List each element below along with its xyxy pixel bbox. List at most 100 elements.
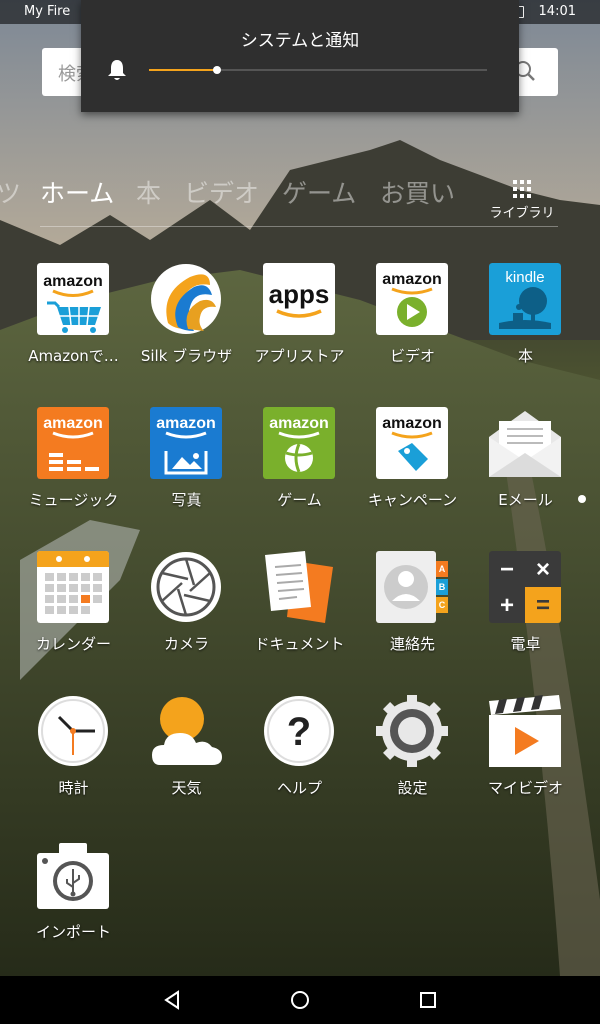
- recents-icon[interactable]: [416, 988, 440, 1012]
- app-label: 天気: [171, 779, 202, 797]
- app-campaign[interactable]: amazon キャンペーン: [356, 407, 469, 527]
- app-label: ゲーム: [277, 491, 322, 509]
- app-email[interactable]: Eメール: [469, 407, 582, 527]
- nav-divider: [40, 226, 558, 227]
- app-label: ヘルプ: [276, 779, 322, 797]
- app-import[interactable]: インポート: [17, 839, 130, 959]
- silk-browser-icon: [150, 263, 222, 335]
- app-label: カレンダー: [35, 635, 111, 653]
- app-calendar[interactable]: カレンダー: [17, 551, 130, 671]
- contacts-tab-b: B: [439, 582, 446, 592]
- apps-wordmark: apps: [269, 279, 330, 309]
- help-icon: ?: [263, 695, 335, 767]
- amazon-wordmark: amazon: [156, 415, 216, 432]
- email-icon: [489, 407, 561, 479]
- clock-icon: [37, 695, 109, 767]
- app-label: ビデオ: [389, 347, 435, 365]
- app-label: 本: [517, 347, 533, 365]
- app-weather[interactable]: 天気: [130, 695, 243, 815]
- library-button[interactable]: ライブラリ: [484, 180, 560, 221]
- amazon-wordmark: amazon: [382, 415, 442, 432]
- amazon-campaign-icon: amazon: [376, 407, 448, 479]
- appstore-icon: apps: [263, 263, 335, 335]
- calc-key-multiply: ×: [536, 556, 550, 583]
- amazon-wordmark: amazon: [43, 415, 103, 432]
- app-label: マイビデオ: [487, 779, 563, 797]
- volume-popup: システムと通知: [81, 0, 519, 112]
- amazon-wordmark: amazon: [382, 271, 442, 288]
- app-label: 設定: [397, 779, 428, 797]
- amazon-photos-icon: amazon: [150, 407, 222, 479]
- volume-thumb[interactable]: [212, 66, 221, 74]
- app-video[interactable]: amazon ビデオ: [356, 263, 469, 383]
- app-settings[interactable]: 設定: [356, 695, 469, 815]
- app-label: Amazonで…: [28, 347, 119, 365]
- amazon-shopping-icon: amazon: [37, 263, 109, 335]
- nav-item-shopping[interactable]: お買い: [380, 174, 455, 210]
- library-label: ライブラリ: [489, 206, 555, 221]
- app-camera[interactable]: カメラ: [130, 551, 243, 671]
- app-label: Silk ブラウザ: [140, 347, 233, 365]
- app-amazon-shopping[interactable]: amazon Amazonで…: [17, 263, 130, 383]
- system-nav-bar: [0, 976, 600, 1024]
- status-time: 14:01: [538, 4, 576, 19]
- app-label: 写真: [171, 491, 202, 509]
- app-clock[interactable]: 時計: [17, 695, 130, 815]
- app-silk-browser[interactable]: Silk ブラウザ: [130, 263, 243, 383]
- my-video-icon: [489, 695, 561, 767]
- amazon-games-icon: amazon: [263, 407, 335, 479]
- contacts-tab-a: A: [439, 564, 446, 574]
- app-music[interactable]: amazon ミュージック: [17, 407, 130, 527]
- calc-key-equals: =: [536, 592, 550, 619]
- app-games[interactable]: amazon ゲーム: [243, 407, 356, 527]
- calculator-icon: − × + =: [489, 551, 561, 623]
- volume-title: システムと通知: [240, 31, 360, 51]
- nav-item-games[interactable]: ゲーム: [282, 174, 356, 210]
- app-contacts[interactable]: A B C 連絡先: [356, 551, 469, 671]
- calc-key-plus: +: [500, 592, 514, 619]
- amazon-music-icon: amazon: [37, 407, 109, 479]
- app-label: カメラ: [163, 635, 209, 653]
- import-icon: [37, 839, 109, 911]
- nav-item-partial[interactable]: ツ: [0, 174, 21, 210]
- calc-key-minus: −: [500, 556, 514, 583]
- device-name: My Fire: [24, 4, 71, 19]
- contacts-tab-c: C: [439, 600, 446, 610]
- app-my-video[interactable]: マイビデオ: [469, 695, 582, 815]
- nav-item-video[interactable]: ビデオ: [184, 174, 259, 210]
- app-kindle[interactable]: kindle 本: [469, 263, 582, 383]
- calendar-icon: [37, 551, 109, 623]
- app-label: キャンペーン: [367, 491, 458, 509]
- app-photos[interactable]: amazon 写真: [130, 407, 243, 527]
- settings-icon: [376, 695, 448, 767]
- volume-slider[interactable]: [149, 66, 487, 74]
- app-label: ミュージック: [28, 491, 119, 509]
- kindle-wordmark: kindle: [505, 269, 544, 286]
- app-calculator[interactable]: − × + = 電卓: [469, 551, 582, 671]
- weather-icon: [150, 695, 222, 767]
- volume-level-fill: [149, 69, 217, 71]
- back-icon[interactable]: [160, 988, 184, 1012]
- app-label: 電卓: [510, 635, 541, 653]
- amazon-wordmark: amazon: [43, 273, 103, 290]
- documents-icon: [263, 551, 335, 623]
- nav-item-books[interactable]: 本: [136, 174, 161, 210]
- app-label: 時計: [58, 779, 89, 797]
- amazon-wordmark: amazon: [269, 415, 329, 432]
- app-label: インポート: [35, 923, 111, 941]
- page-indicator-dot: [578, 495, 586, 503]
- bell-icon: [108, 60, 126, 80]
- home-icon[interactable]: [288, 988, 312, 1012]
- kindle-icon: kindle: [489, 263, 561, 335]
- app-appstore[interactable]: apps アプリストア: [243, 263, 356, 383]
- app-label: アプリストア: [254, 347, 345, 365]
- app-help[interactable]: ? ヘルプ: [243, 695, 356, 815]
- amazon-video-icon: amazon: [376, 263, 448, 335]
- app-documents[interactable]: ドキュメント: [243, 551, 356, 671]
- app-label: 連絡先: [389, 635, 435, 653]
- nav-item-home[interactable]: ホーム: [40, 174, 114, 210]
- grid-icon: [513, 180, 531, 198]
- app-label: ドキュメント: [254, 635, 345, 653]
- contacts-icon: A B C: [376, 551, 448, 623]
- app-label: Eメール: [498, 491, 553, 509]
